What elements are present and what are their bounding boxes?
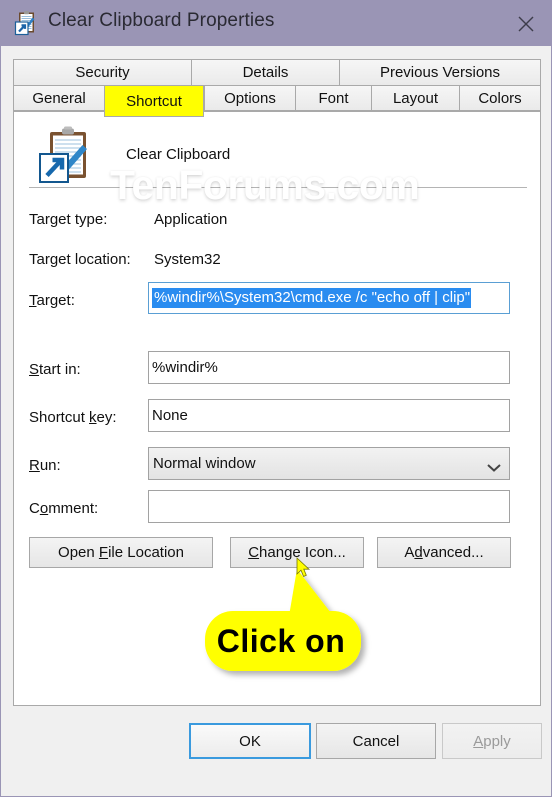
start-in-value: %windir% <box>152 359 218 376</box>
shortcut-key-label-accel: k <box>89 409 97 426</box>
start-in-label-rest: tart in: <box>39 361 81 378</box>
tab-label: Layout <box>392 89 439 107</box>
tab-general[interactable]: General <box>13 85 104 111</box>
tab-label: Previous Versions <box>379 64 501 81</box>
shortcut-key-value: None <box>152 407 188 424</box>
tab-previous-versions[interactable]: Previous Versions <box>339 59 541 85</box>
tab-font[interactable]: Font <box>295 85 371 111</box>
tab-options[interactable]: Options <box>204 85 295 111</box>
tab-strip: Security Details Previous Versions Gener… <box>13 59 541 117</box>
label-accel: F <box>98 544 109 561</box>
tab-shortcut[interactable]: Shortcut <box>104 85 204 117</box>
dialog-button-bar: OK Cancel Apply <box>1 707 551 796</box>
advanced-button[interactable]: Advanced... <box>377 537 511 568</box>
label-post: vanced... <box>422 544 484 561</box>
run-dropdown[interactable]: Normal window <box>148 447 510 480</box>
comment-label: Comment: <box>29 500 98 517</box>
label-post: ile Location <box>108 544 184 561</box>
start-in-label: Start in: <box>29 361 81 378</box>
window-title: Clear Clipboard Properties <box>48 10 275 31</box>
callout-text: Click on <box>216 623 346 659</box>
comment-input[interactable] <box>148 490 510 523</box>
target-label: Target: <box>29 292 75 309</box>
ok-button[interactable]: OK <box>189 723 311 759</box>
comment-label-accel: o <box>39 500 49 517</box>
tab-label: Security <box>75 64 130 81</box>
shortcut-key-input[interactable]: None <box>148 399 510 432</box>
run-value: Normal window <box>153 455 256 472</box>
target-label-accel: T <box>29 292 37 309</box>
button-label: Open File Location <box>58 544 184 561</box>
button-label: OK <box>239 732 261 750</box>
clipboard-shortcut-icon <box>13 9 41 37</box>
tab-label: Shortcut <box>126 92 182 110</box>
tab-layout[interactable]: Layout <box>371 85 459 111</box>
start-in-label-accel: S <box>29 361 40 378</box>
close-icon[interactable] <box>501 1 551 46</box>
label-accel: C <box>248 544 260 561</box>
tab-row-upper: Security Details Previous Versions <box>13 59 541 85</box>
label-pre: A <box>404 544 415 561</box>
button-label: Advanced... <box>404 544 483 561</box>
button-label: Apply <box>473 733 511 750</box>
label-post: pply <box>483 732 511 750</box>
tab-label: Font <box>318 89 349 107</box>
label-pre: Open <box>58 544 99 561</box>
tab-label: Colors <box>478 89 522 107</box>
tab-label: General <box>32 89 86 107</box>
target-input[interactable]: %windir%\System32\cmd.exe /c "echo off |… <box>148 282 510 314</box>
chevron-down-icon <box>487 459 501 472</box>
shortcut-key-label-rest: ey: <box>96 409 117 426</box>
tab-label: Details <box>242 64 289 81</box>
tab-label: Options <box>224 89 276 107</box>
target-type-label: Target type: <box>29 211 108 228</box>
target-location-value: System32 <box>154 251 221 268</box>
tab-details[interactable]: Details <box>191 59 339 85</box>
open-file-location-button[interactable]: Open File Location <box>29 537 213 568</box>
tab-colors[interactable]: Colors <box>459 85 541 111</box>
run-label: Run: <box>29 457 61 474</box>
section-divider <box>29 187 527 188</box>
shortcut-key-label-pre: Shortcut <box>29 409 90 426</box>
button-label: Cancel <box>352 732 400 750</box>
mouse-cursor-icon <box>296 557 312 579</box>
comment-label-pre: C <box>29 500 40 517</box>
target-label-rest: arget: <box>36 292 75 309</box>
title-bar: Clear Clipboard Properties <box>1 1 551 46</box>
shortcut-tab-panel: Clear Clipboard TenForums.com Target typ… <box>13 111 541 706</box>
run-label-rest: un: <box>39 457 61 474</box>
clipboard-shortcut-large-icon <box>38 126 98 188</box>
shortcut-key-label: Shortcut key: <box>29 409 117 426</box>
tab-row-lower: General Shortcut Options Font Layout Col… <box>13 85 541 117</box>
start-in-input[interactable]: %windir% <box>148 351 510 384</box>
target-type-value: Application <box>154 211 228 228</box>
tab-security[interactable]: Security <box>13 59 191 85</box>
shortcut-display-name: Clear Clipboard <box>126 146 231 163</box>
target-location-label: Target location: <box>29 251 131 268</box>
apply-button: Apply <box>442 723 542 759</box>
label-accel: d <box>414 544 423 561</box>
target-input-value: %windir%\System32\cmd.exe /c "echo off |… <box>152 288 472 308</box>
watermark: TenForums.com <box>110 162 420 208</box>
run-label-accel: R <box>29 457 40 474</box>
label-accel: A <box>473 732 484 750</box>
cancel-button[interactable]: Cancel <box>316 723 436 759</box>
comment-label-rest: mment: <box>48 500 99 517</box>
properties-dialog: Clear Clipboard Properties Security Deta… <box>0 0 552 797</box>
